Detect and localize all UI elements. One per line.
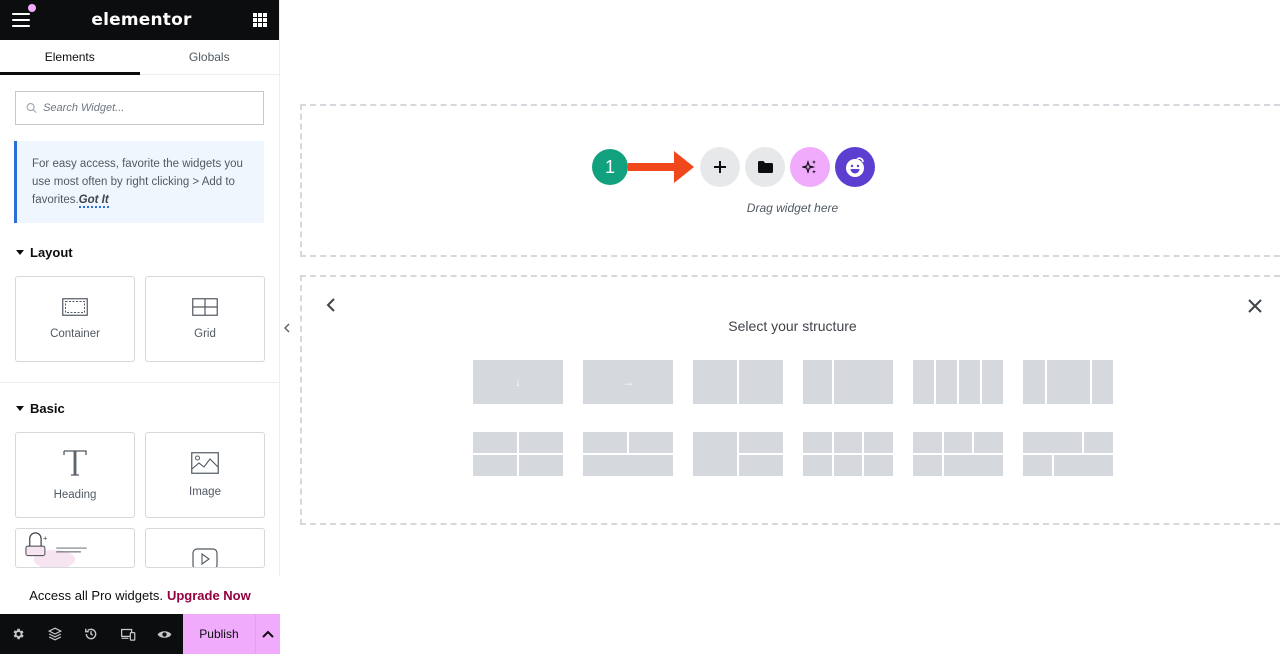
close-icon [1248,299,1262,313]
responsive-mode-button[interactable] [110,614,147,654]
preset-four-columns[interactable] [913,360,1003,404]
grid-layout-icon [192,298,218,316]
elementor-logo: elementor [91,10,192,30]
upgrade-now-link[interactable]: Upgrade Now [167,588,251,603]
text-editor-icon: + [25,532,87,567]
plus-icon [714,161,726,173]
chevron-left-icon [326,298,335,312]
caret-down-icon [16,250,24,255]
preset-two-plus-one[interactable] [583,432,673,476]
add-template-button[interactable] [745,147,785,187]
folder-icon [757,161,773,173]
got-it-link[interactable]: Got It [78,194,109,208]
structure-selector [300,275,1280,525]
collapse-panel-button[interactable] [280,316,294,340]
structure-title: Select your structure [728,318,857,334]
navigator-button[interactable] [37,614,74,654]
section-layout-toggle[interactable]: Layout [0,245,279,260]
chevron-up-icon [262,630,274,638]
elementor-editor: elementor Elements Globals For easy acce… [0,0,1280,654]
menu-icon[interactable] [12,13,30,27]
favorites-tip: For easy access, favorite the widgets yo… [14,141,264,223]
arrow-right-icon: → [583,360,673,404]
widgets-panel: elementor Elements Globals For easy acce… [0,0,280,654]
notification-dot [28,4,36,12]
widget-heading[interactable]: Heading [15,432,135,518]
layout-widgets: Container Grid [0,276,279,362]
image-icon [191,452,219,474]
settings-icon [13,628,24,640]
ai-build-button[interactable] [790,147,830,187]
svg-text:+: + [43,533,48,542]
widget-grid[interactable]: Grid [145,276,265,362]
panel-footer: Publish [0,614,280,654]
section-basic-title: Basic [30,401,65,416]
pro-widgets-bar: Access all Pro widgets. Upgrade Now [0,576,280,614]
structure-close-button[interactable] [1244,295,1266,317]
ai-sparkle-icon [802,160,816,174]
preset-flexbox-row[interactable]: → [583,360,673,404]
add-section-button[interactable] [700,147,740,187]
tab-elements[interactable]: Elements [0,40,140,75]
widget-label: Container [50,328,100,340]
section-divider [0,382,279,383]
container-icon [62,298,88,316]
preset-one-plus-two[interactable] [693,432,783,476]
caret-down-icon [16,406,24,411]
add-section-actions: 1 [592,147,875,187]
starter-kit-button[interactable] [835,147,875,187]
widget-image[interactable]: Image [145,432,265,518]
preset-third-two-thirds[interactable] [803,360,893,404]
drag-widget-hint: Drag widget here [746,201,839,215]
heading-icon [63,450,87,476]
arrow-down-icon: ↓ [473,360,563,404]
preset-two-columns[interactable] [693,360,783,404]
preset-quarter-half-quarter[interactable] [1023,360,1113,404]
preset-offset-rows[interactable] [1023,432,1113,476]
search-widget-field [15,91,264,125]
widget-label: Grid [194,328,216,340]
preview-icon [157,630,172,638]
annotation-arrow-icon [628,151,694,183]
emoji-icon [846,157,864,177]
step-number-badge: 1 [592,149,628,185]
panel-tabs: Elements Globals [0,40,279,75]
widget-label: Heading [53,489,97,501]
section-layout-title: Layout [30,245,73,260]
publish-options-button[interactable] [254,614,280,654]
panel-header: elementor [0,0,279,40]
widget-label: Image [189,486,221,498]
search-widget-input[interactable] [43,102,253,114]
preview-button[interactable] [146,614,183,654]
pro-bar-text: Access all Pro widgets. [29,587,163,603]
history-button[interactable] [73,614,110,654]
history-icon [85,628,97,640]
widget-container[interactable]: Container [15,276,135,362]
layers-icon [47,627,62,641]
section-basic-toggle[interactable]: Basic [0,401,279,416]
search-icon [26,103,37,114]
widget-video[interactable] [145,528,265,568]
preset-grid-3x2[interactable] [803,432,893,476]
apps-grid-icon[interactable] [252,13,267,27]
video-icon [192,548,218,567]
widget-text-editor[interactable]: + [15,528,135,568]
preset-grid-2x2[interactable] [473,432,563,476]
responsive-icon [120,628,135,641]
preset-three-plus-two[interactable] [913,432,1003,476]
preset-flexbox-column[interactable]: ↓ [473,360,563,404]
settings-button[interactable] [0,614,37,654]
publish-button[interactable]: Publish [182,614,255,654]
basic-widgets: Heading Image + [0,432,279,568]
tab-globals[interactable]: Globals [140,40,280,74]
tip-text: For easy access, favorite the widgets yo… [32,158,243,206]
structure-back-button[interactable] [322,294,340,316]
chevron-left-icon [284,323,290,333]
